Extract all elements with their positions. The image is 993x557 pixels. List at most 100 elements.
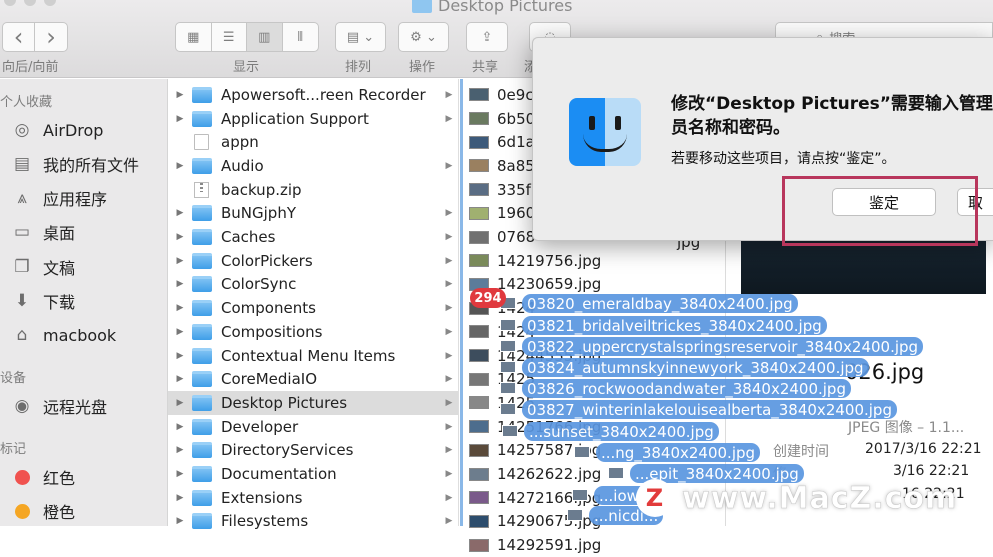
column-view-button[interactable]: ▥ [247, 23, 283, 51]
share-button[interactable]: ⇪ [466, 22, 508, 52]
zoom-window-button[interactable] [44, 0, 56, 6]
list-item[interactable]: 14262622.jpg [463, 462, 601, 486]
list-item[interactable]: ▶ Filesystems ▶ [168, 510, 458, 534]
disclosure-arrow-icon[interactable]: ▶ [168, 493, 192, 503]
minimize-window-button[interactable] [24, 0, 36, 6]
list-item-label: 0768 [497, 228, 536, 247]
traffic-lights [4, 0, 56, 6]
list-item[interactable]: appn [168, 130, 458, 154]
desktop-icon: ▭ [13, 222, 31, 242]
disclosure-arrow-icon[interactable]: ▶ [168, 469, 192, 479]
chevron-right-icon: ▶ [445, 255, 453, 266]
folder-icon [192, 205, 212, 222]
list-item[interactable]: ▶ CoreMediaIO ▶ [168, 367, 458, 391]
image-thumbnail-icon [469, 183, 489, 197]
back-button[interactable]: ‹ [3, 23, 36, 51]
disclosure-arrow-icon[interactable]: ▶ [168, 208, 192, 218]
forward-button[interactable]: › [35, 23, 67, 51]
disclosure-arrow-icon[interactable]: ▶ [168, 351, 192, 361]
list-item[interactable]: ▶ Desktop Pictures ▶ [168, 391, 458, 415]
action-button[interactable]: ⚙ ⌄ [398, 22, 449, 52]
list-item[interactable]: 6d1a [463, 130, 535, 154]
list-item[interactable]: backup.zip [168, 178, 458, 202]
chevron-right-icon: ▶ [445, 516, 453, 527]
disclosure-arrow-icon[interactable]: ▶ [168, 161, 192, 171]
folder-icon [192, 347, 212, 364]
dragged-file-label: 03820_emeraldbay_3840x2400.jpg [522, 294, 798, 313]
disclosure-arrow-icon[interactable]: ▶ [168, 303, 192, 313]
disclosure-arrow-icon[interactable]: ▶ [168, 374, 192, 384]
library-column: ▶ Apowersoft...reen Recorder ▶ ▶ Application… [168, 79, 459, 530]
disclosure-arrow-icon[interactable]: ▶ [168, 256, 192, 266]
list-item-label: Components [221, 299, 316, 318]
list-item[interactable]: ▶ ColorSync ▶ [168, 273, 458, 297]
list-item[interactable]: 0e9c [463, 83, 534, 107]
sidebar-item-documents[interactable]: ❐ 文稿 [10, 253, 75, 281]
list-item[interactable]: ▶ Documentation ▶ [168, 462, 458, 486]
sidebar-item-tag-orange[interactable]: 橙色 [10, 497, 75, 525]
close-window-button[interactable] [4, 0, 16, 6]
folder-icon [192, 110, 212, 127]
disclosure-arrow-icon[interactable]: ▶ [168, 279, 192, 289]
sidebar-item-airdrop[interactable]: ◎ AirDrop [10, 116, 104, 144]
dragged-file-label: 03821_bridalveiltrickes_3840x2400.jpg [522, 316, 827, 335]
chevron-right-icon: ▶ [445, 208, 453, 219]
image-thumbnail-icon [500, 319, 516, 331]
list-item[interactable]: 0768 [463, 225, 535, 249]
list-item[interactable]: ▶ Components ▶ [168, 296, 458, 320]
list-item-label: 14219756.jpg [497, 251, 602, 270]
list-item[interactable]: ▶ Contextual Menu Items ▶ [168, 344, 458, 368]
image-thumbnail-icon [469, 491, 489, 505]
list-item[interactable]: 1960 [463, 202, 535, 226]
list-item[interactable]: ▶ Caches ▶ [168, 225, 458, 249]
list-item[interactable]: ▶ ColorPickers ▶ [168, 249, 458, 273]
list-item[interactable]: ▶ Extensions ▶ [168, 486, 458, 510]
list-item[interactable]: ▶ Developer ▶ [168, 415, 458, 439]
sidebar-item-applications[interactable]: ⩓ 应用程序 [10, 184, 107, 212]
list-item[interactable]: ▶ Application Support ▶ [168, 107, 458, 131]
list-item[interactable]: ▶ Apowersoft...reen Recorder ▶ [168, 83, 458, 107]
folder-icon [192, 157, 212, 174]
coverflow-view-button[interactable]: ⫴ [283, 23, 318, 51]
sidebar-item-remote-disc[interactable]: ◉ 远程光盘 [10, 392, 107, 420]
list-item[interactable]: 14219756.jpg [463, 249, 601, 273]
disclosure-arrow-icon[interactable]: ▶ [168, 232, 192, 242]
share-icon: ⇪ [481, 29, 493, 45]
disclosure-arrow-icon[interactable]: ▶ [168, 114, 192, 124]
list-item[interactable]: 335f [463, 178, 531, 202]
view-label: 显示 [233, 60, 260, 75]
sidebar-item-all-files[interactable]: ▤ 我的所有文件 [10, 150, 139, 178]
icon-view-button[interactable]: ▦ [176, 23, 212, 51]
folder-icon [192, 442, 212, 459]
list-item[interactable]: ▶ Compositions ▶ [168, 320, 458, 344]
favorites-heading: 个人收藏 [0, 95, 53, 110]
disclosure-arrow-icon[interactable]: ▶ [168, 422, 192, 432]
sidebar-item-home[interactable]: ⌂ macbook [10, 321, 117, 349]
disclosure-arrow-icon[interactable]: ▶ [168, 445, 192, 455]
dragged-file-label: ...ng_3840x2400.jpg [596, 443, 761, 462]
chevron-right-icon: ▶ [445, 326, 453, 337]
disclosure-arrow-icon[interactable]: ▶ [168, 516, 192, 526]
sidebar-item-desktop[interactable]: ▭ 桌面 [10, 218, 75, 246]
disclosure-arrow-icon[interactable]: ▶ [168, 398, 192, 408]
list-item[interactable]: 14292591.jpg [463, 533, 601, 557]
list-view-button[interactable]: ☰ [212, 23, 247, 51]
list-item-label: ColorPickers [221, 251, 313, 270]
arrange-button[interactable]: ▤ ⌄ [335, 22, 386, 52]
list-item[interactable]: ▶ BuNGjphY ▶ [168, 202, 458, 226]
applications-icon: ⩓ [17, 188, 27, 208]
list-item[interactable]: 6b50 [463, 107, 535, 131]
remote-disc-icon: ◉ [14, 396, 30, 416]
red-tag-dot [14, 469, 30, 485]
list-item[interactable]: 8a85 [463, 154, 535, 178]
sidebar: 个人收藏 ◎ AirDrop ▤ 我的所有文件 ⩓ 应用程序 ▭ 桌面 ❐ 文稿 ⬇ 下载 … [0, 79, 168, 526]
list-item[interactable]: ▶ Audio ▶ [168, 154, 458, 178]
documents-icon: ❐ [14, 257, 30, 277]
disclosure-arrow-icon[interactable]: ▶ [168, 90, 192, 100]
image-thumbnail-icon [469, 135, 489, 149]
list-item[interactable]: ▶ DirectoryServices ▶ [168, 439, 458, 463]
disclosure-arrow-icon[interactable]: ▶ [168, 327, 192, 337]
sidebar-item-downloads[interactable]: ⬇ 下载 [10, 287, 75, 315]
sidebar-item-tag-red[interactable]: 红色 [10, 463, 75, 491]
arrange-icon: ▤ ⌄ [346, 29, 375, 45]
